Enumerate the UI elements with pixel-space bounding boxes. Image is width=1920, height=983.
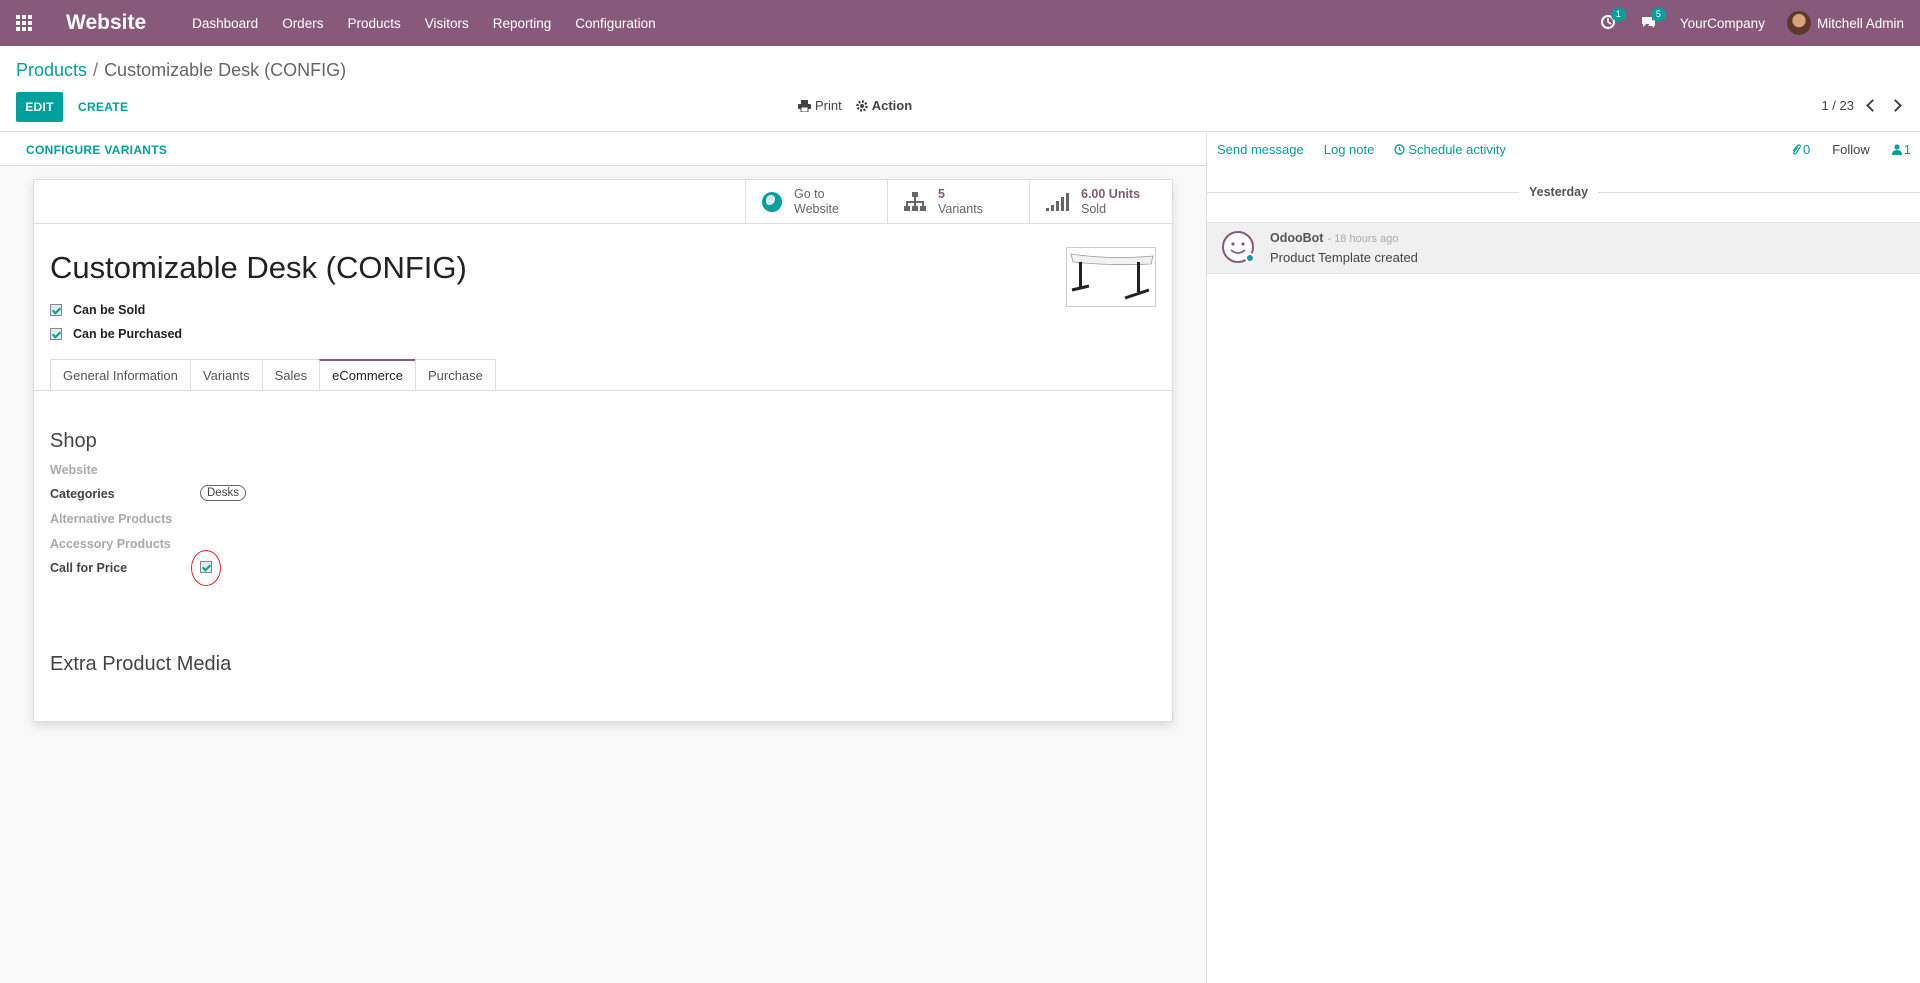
menu-configuration[interactable]: Configuration [563, 16, 667, 31]
action-button[interactable]: Action [856, 98, 912, 113]
pager-value[interactable]: 1 / 23 [1821, 98, 1854, 113]
breadcrumb-separator: / [93, 60, 99, 80]
message-time: - 18 hours ago [1327, 233, 1399, 245]
form-area: CONFIGURE VARIANTS Go to Website 5 Varia… [0, 133, 1206, 983]
activity-icon[interactable]: 1 [1600, 8, 1626, 32]
product-title[interactable]: Customizable Desk (CONFIG) [50, 250, 467, 286]
message-body: Product Template created [1270, 250, 1418, 265]
can-be-purchased-checkbox[interactable] [50, 328, 62, 340]
form-tabs: General Information Variants Sales eComm… [50, 359, 496, 391]
paperclip-icon [1792, 143, 1801, 155]
user-avatar [1786, 11, 1811, 35]
pager-next-icon[interactable] [1889, 99, 1902, 112]
follow-button[interactable]: Follow [1832, 142, 1870, 157]
alternative-products-label: Alternative Products [50, 512, 173, 526]
online-status-icon [1245, 253, 1255, 263]
app-name[interactable]: Website [66, 11, 146, 35]
gear-icon [856, 99, 868, 112]
messages-count-badge: 5 [1650, 8, 1666, 21]
attachments-button[interactable]: 0 [1791, 142, 1810, 157]
breadcrumb-products[interactable]: Products [16, 60, 87, 80]
odoobot-avatar[interactable] [1222, 231, 1255, 263]
chatter-topbar: Send message Log note Schedule activity … [1207, 133, 1920, 166]
menu-visitors[interactable]: Visitors [413, 16, 481, 31]
company-switcher[interactable]: YourCompany [1680, 16, 1765, 31]
create-button[interactable]: CREATE [74, 92, 132, 122]
tab-general-information[interactable]: General Information [50, 359, 190, 391]
print-icon [798, 99, 811, 112]
category-tag-desks[interactable]: Desks [200, 485, 246, 501]
log-note-button[interactable]: Log note [1324, 142, 1375, 157]
tab-sales[interactable]: Sales [261, 359, 320, 391]
chatter-message: OdooBot - 18 hours ago Product Template c… [1207, 222, 1920, 274]
clock-icon [1394, 144, 1406, 155]
pager: 1 / 23 [1821, 98, 1902, 113]
followers-button[interactable]: 1 [1891, 142, 1911, 157]
accessory-products-label: Accessory Products [50, 537, 171, 551]
messages-icon[interactable]: 5 [1640, 8, 1666, 32]
form-statusbar: CONFIGURE VARIANTS [0, 133, 1206, 166]
configure-variants-button[interactable]: CONFIGURE VARIANTS [26, 143, 167, 157]
globe-icon [762, 192, 782, 212]
chatter-panel: Send message Log note Schedule activity … [1206, 133, 1920, 983]
sold-smart-button[interactable]: 6.00 Units Sold [1029, 180, 1174, 224]
edit-button[interactable]: EDIT [16, 92, 63, 122]
smart-button-box: Go to Website 5 Variants 6.00 Units Sold [34, 180, 1174, 224]
schedule-activity-button[interactable]: Schedule activity [1394, 142, 1506, 157]
signal-bars-icon [1046, 193, 1069, 211]
tab-variants[interactable]: Variants [189, 359, 262, 391]
top-navbar: Website Dashboard Orders Products Visito… [0, 0, 1920, 46]
can-be-purchased-row: Can be Purchased [50, 327, 182, 341]
control-panel: Products / Customizable Desk (CONFIG) EDIT… [0, 46, 1920, 132]
breadcrumb-current: Customizable Desk (CONFIG) [104, 60, 347, 80]
tab-ecommerce[interactable]: eCommerce [319, 359, 415, 391]
can-be-purchased-label: Can be Purchased [73, 327, 183, 341]
user-name: Mitchell Admin [1816, 15, 1904, 31]
message-author: OdooBot - 18 hours ago [1270, 231, 1399, 245]
extra-media-group-title: Extra Product Media [50, 653, 232, 675]
menu-orders[interactable]: Orders [270, 16, 335, 31]
menu-reporting[interactable]: Reporting [481, 16, 564, 31]
can-be-sold-checkbox[interactable] [50, 304, 62, 316]
menu-products[interactable]: Products [335, 16, 412, 31]
can-be-sold-label: Can be Sold [73, 303, 146, 317]
website-field-label: Website [50, 463, 98, 477]
call-for-price-label: Call for Price [50, 561, 128, 575]
user-menu[interactable]: Mitchell Admin [1786, 11, 1904, 35]
user-icon [1891, 144, 1902, 155]
pager-previous-icon[interactable] [1866, 99, 1879, 112]
print-button[interactable]: Print [798, 98, 842, 113]
activity-count-badge: 1 [1610, 8, 1626, 21]
highlight-circle [191, 550, 221, 586]
sitemap-icon [904, 192, 926, 212]
form-sheet: Go to Website 5 Variants 6.00 Units Sold… [33, 179, 1174, 722]
date-divider-label: Yesterday [1529, 185, 1589, 199]
top-menu: Dashboard Orders Products Visitors Repor… [180, 16, 667, 31]
can-be-sold-row: Can be Sold [50, 303, 145, 317]
shop-group-title: Shop [50, 430, 97, 452]
tabs-divider [34, 390, 1174, 391]
apps-menu-icon[interactable] [0, 0, 48, 46]
send-message-button[interactable]: Send message [1217, 142, 1304, 157]
menu-dashboard[interactable]: Dashboard [180, 16, 270, 31]
categories-field-label: Categories [50, 487, 115, 501]
go-to-website-button[interactable]: Go to Website [745, 180, 887, 224]
tab-purchase[interactable]: Purchase [414, 359, 496, 391]
date-divider: Yesterday [1207, 185, 1920, 199]
breadcrumb: Products / Customizable Desk (CONFIG) [16, 60, 346, 81]
variants-smart-button[interactable]: 5 Variants [887, 180, 1029, 224]
product-image[interactable] [1066, 247, 1156, 307]
